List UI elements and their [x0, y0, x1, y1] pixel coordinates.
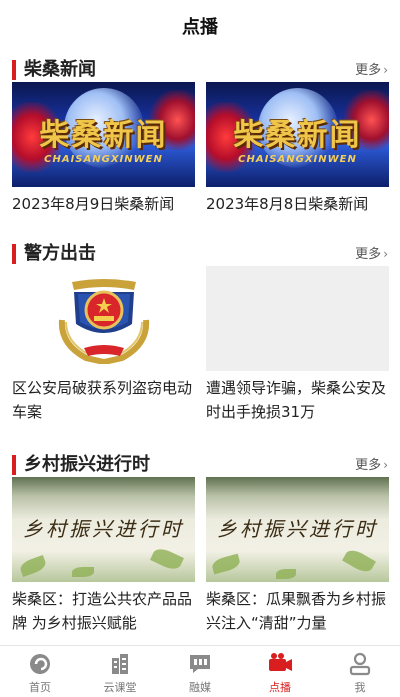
chevron-right-icon: › [383, 247, 388, 261]
video-thumbnail[interactable] [206, 266, 389, 371]
home-icon [30, 654, 50, 674]
more-label: 更多 [355, 458, 382, 473]
user-icon [349, 652, 371, 676]
video-caption[interactable]: 柴桑区：打造公共农产品品牌 为乡村振兴赋能 [12, 587, 195, 635]
tab-label: 融媒 [189, 681, 211, 694]
video-thumbnail[interactable]: 柴桑新闻 CHAISANGXINWEN [12, 82, 195, 187]
building-icon [112, 654, 128, 674]
thumbnail-title: 乡村振兴进行时 [23, 517, 184, 541]
tab-label: 云课堂 [103, 681, 137, 694]
more-link[interactable]: 更多 › [355, 245, 388, 264]
video-thumbnail[interactable]: 乡村振兴进行时 [206, 477, 389, 582]
video-thumbnail[interactable]: 乡村振兴进行时 [12, 477, 195, 582]
tab-label: 首页 [29, 681, 51, 694]
thumbnail-title: 柴桑新闻 [233, 118, 362, 153]
video-icon [269, 653, 292, 671]
section-accent-bar [12, 244, 16, 264]
video-thumbnail[interactable] [12, 266, 195, 371]
section-title: 警方出击 [24, 243, 96, 264]
top-bar: 点播 [0, 0, 400, 52]
more-label: 更多 [355, 63, 382, 78]
video-caption[interactable]: 区公安局破获系列盗窃电动车案 [12, 376, 195, 424]
more-link[interactable]: 更多 › [355, 61, 388, 80]
section-news: 柴桑新闻 更多 › 柴桑新闻 CHAISANGXINWEN 2023年8月9日柴桑… [0, 56, 400, 226]
section-rural: 乡村振兴进行时 更多 › 乡村振兴进行时 柴桑区：打造公共农产品品牌 为乡村振兴赋… [0, 451, 400, 645]
thumbnail-title: 乡村振兴进行时 [217, 517, 378, 541]
section-accent-bar [12, 60, 16, 80]
tab-label: 点播 [269, 681, 291, 694]
tab-home[interactable]: 首页 [0, 646, 80, 697]
more-link[interactable]: 更多 › [355, 456, 388, 475]
tab-on-demand[interactable]: 点播 [240, 646, 320, 697]
video-caption[interactable]: 遭遇领导诈骗，柴桑公安及时出手挽损31万 [206, 376, 389, 424]
video-caption[interactable]: 柴桑区：瓜果飘香为乡村振兴注入“清甜”力量 [206, 587, 389, 635]
tab-media[interactable]: 融媒 [160, 646, 240, 697]
section-accent-bar [12, 455, 16, 475]
chevron-right-icon: › [383, 63, 388, 77]
tab-cloud-class[interactable]: 云课堂 [80, 646, 160, 697]
tab-label: 我 [354, 681, 366, 694]
police-emblem-icon [58, 279, 150, 364]
page-title: 点播 [182, 17, 218, 38]
thumbnail-title: 柴桑新闻 [39, 118, 168, 153]
video-caption[interactable]: 2023年8月9日柴桑新闻 [12, 192, 195, 216]
chevron-right-icon: › [383, 458, 388, 472]
section-police: 警方出击 更多 › 区公安局破获系列盗窃电动车案 遭遇领导诈骗，柴桑公安及时出手挽… [0, 240, 400, 440]
section-title: 柴桑新闻 [24, 59, 96, 80]
section-title: 乡村振兴进行时 [24, 454, 150, 475]
thumbnail-subtitle: CHAISANGXINWEN [44, 154, 163, 165]
section-header: 柴桑新闻 更多 › [0, 56, 400, 84]
more-label: 更多 [355, 247, 382, 262]
video-caption[interactable]: 2023年8月8日柴桑新闻 [206, 192, 389, 216]
section-header: 乡村振兴进行时 更多 › [0, 451, 400, 479]
chat-icon [190, 655, 210, 673]
video-thumbnail[interactable]: 柴桑新闻 CHAISANGXINWEN [206, 82, 389, 187]
tab-me[interactable]: 我 [320, 646, 400, 697]
thumbnail-subtitle: CHAISANGXINWEN [238, 154, 357, 165]
bottom-tab-bar: 首页 云课堂 融媒 点播 我 [0, 645, 400, 697]
section-header: 警方出击 更多 › [0, 240, 400, 268]
